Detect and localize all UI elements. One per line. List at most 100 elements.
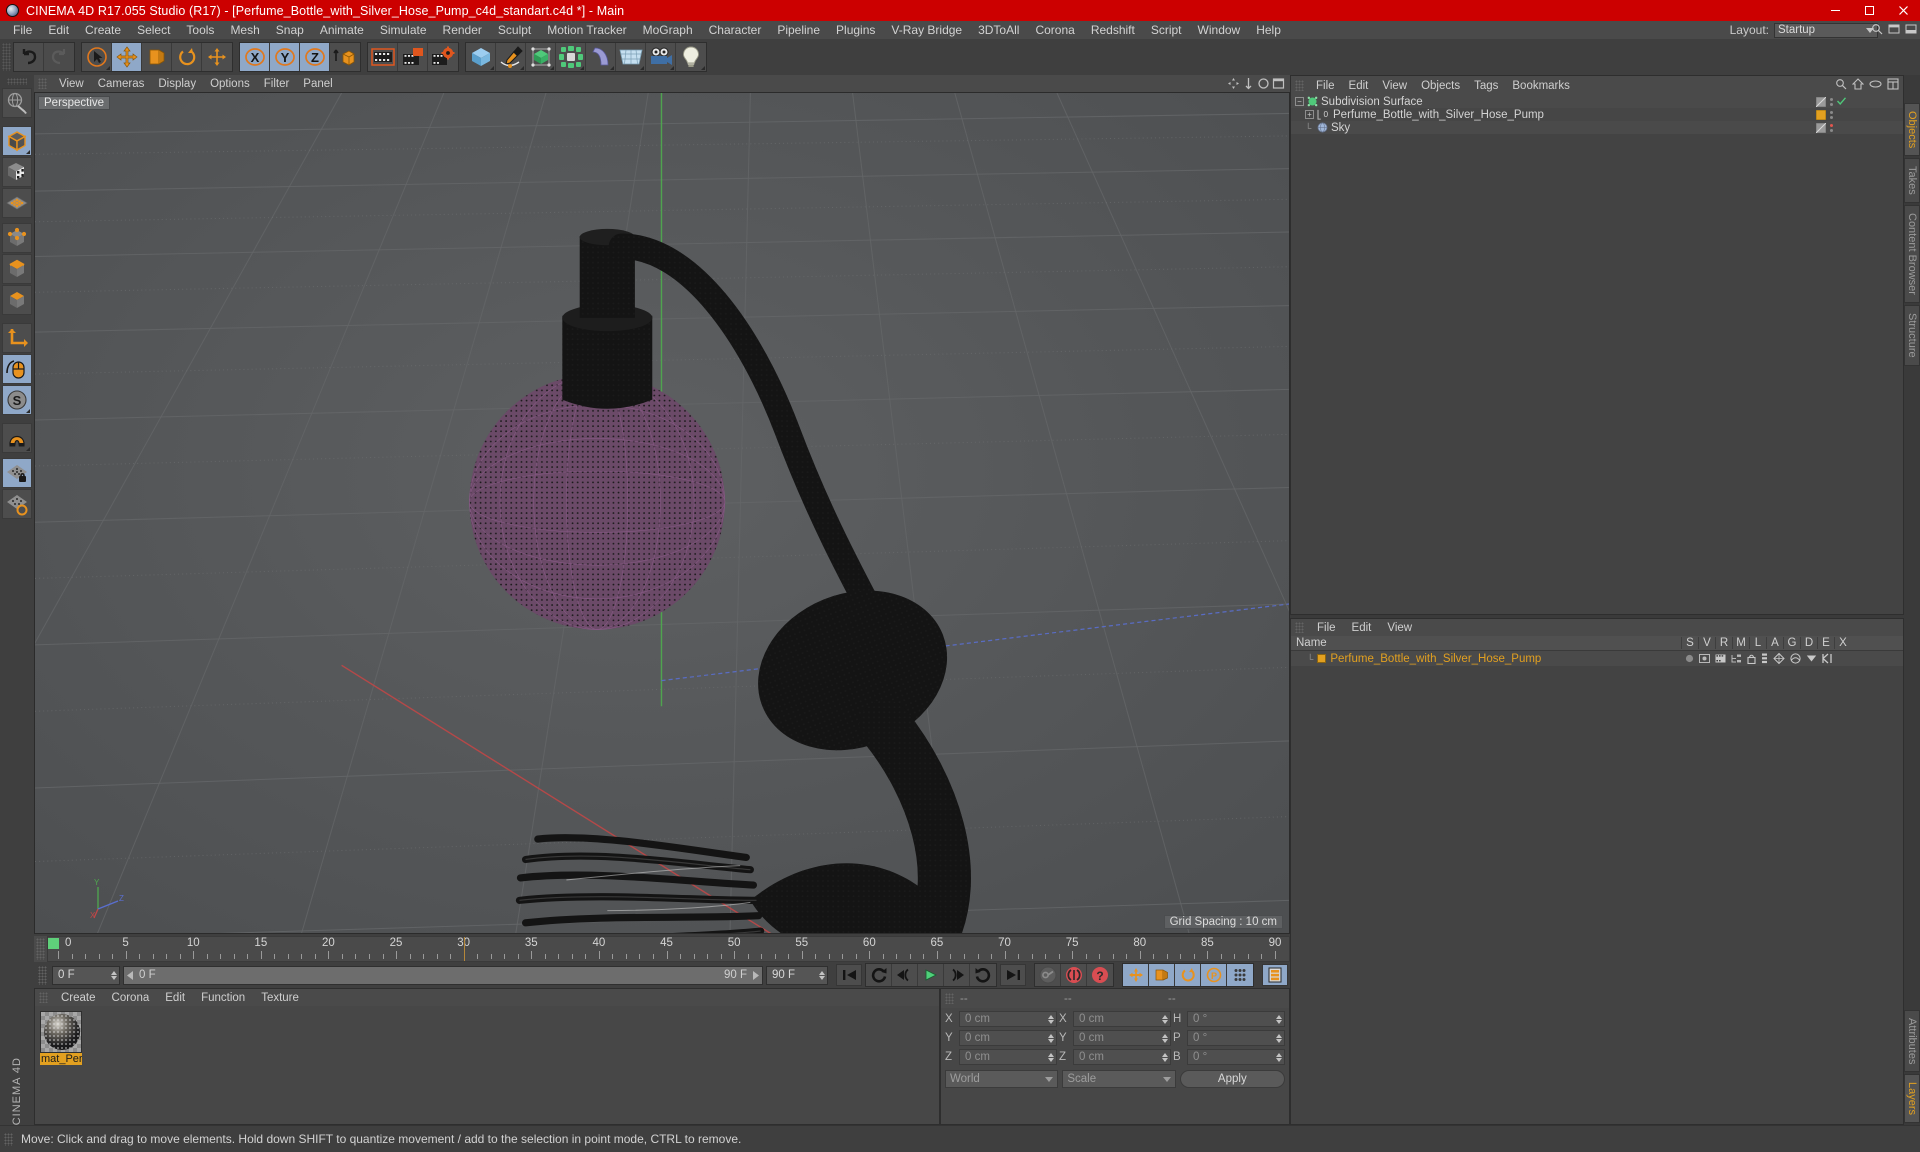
object-row-subdivision-surface[interactable]: − Subdivision Surface xyxy=(1291,95,1903,108)
expression-icon[interactable] xyxy=(1806,654,1817,663)
tab-attributes[interactable]: Attributes xyxy=(1904,1009,1920,1072)
menu-item-vray-bridge[interactable]: V-Ray Bridge xyxy=(883,21,970,39)
panel-collapse-icon[interactable] xyxy=(1887,22,1901,36)
render-view-icon[interactable] xyxy=(368,43,398,71)
soft-selection-icon[interactable]: S xyxy=(2,385,32,415)
rotate-tool-icon[interactable] xyxy=(172,43,202,71)
select-cursor-icon[interactable] xyxy=(82,43,112,71)
range-end-arrow-icon[interactable] xyxy=(751,970,759,980)
coord-stepper-rot-h[interactable] xyxy=(1272,1014,1282,1024)
tab-structure[interactable]: Structure xyxy=(1904,304,1920,366)
move-alt-icon[interactable] xyxy=(202,43,232,71)
layout-icon[interactable] xyxy=(1887,78,1899,90)
coord-field-size-x[interactable]: 0 cm xyxy=(1073,1011,1171,1027)
viewport-menu-panel[interactable]: Panel xyxy=(296,78,339,90)
menu-item-pipeline[interactable]: Pipeline xyxy=(769,21,828,39)
menu-item-3dtoall[interactable]: 3DToAll xyxy=(970,21,1027,39)
viewport-menu-filter[interactable]: Filter xyxy=(257,78,297,90)
layer-color-swatch[interactable] xyxy=(1317,654,1327,663)
coord-stepper-pos-y[interactable] xyxy=(1044,1033,1054,1043)
layer-row[interactable]: └ Perfume_Bottle_with_Silver_Hose_Pump xyxy=(1291,651,1903,666)
timeline-grip[interactable] xyxy=(36,938,45,960)
minimize-button[interactable] xyxy=(1818,0,1852,21)
coord-stepper-size-x[interactable] xyxy=(1158,1014,1168,1024)
menu-item-corona[interactable]: Corona xyxy=(1027,21,1082,39)
viewport-navigate-icon[interactable] xyxy=(2,88,32,118)
viewport-menu-grip[interactable] xyxy=(38,78,47,89)
layer-menu-file[interactable]: File xyxy=(1309,622,1344,634)
coordinates-grip[interactable] xyxy=(945,993,954,1004)
coord-stepper-pos-x[interactable] xyxy=(1044,1014,1054,1024)
array-deformer-icon[interactable] xyxy=(556,43,586,71)
menu-item-animate[interactable]: Animate xyxy=(312,21,372,39)
timeline-icon[interactable] xyxy=(1262,964,1288,986)
camera-icon[interactable] xyxy=(646,43,676,71)
maximize-button[interactable] xyxy=(1852,0,1886,21)
status-bar-grip[interactable] xyxy=(4,1132,13,1146)
next-frame-icon[interactable] xyxy=(944,964,970,986)
rotate-view-icon[interactable] xyxy=(1257,77,1270,90)
menu-item-edit[interactable]: Edit xyxy=(40,21,77,39)
coord-stepper-size-y[interactable] xyxy=(1158,1033,1168,1043)
material-manager-grip[interactable] xyxy=(39,992,48,1003)
tab-content-browser[interactable]: Content Browser xyxy=(1904,205,1920,303)
floor-environment-icon[interactable] xyxy=(616,43,646,71)
axis-modify-icon[interactable] xyxy=(2,323,32,353)
menu-item-sculpt[interactable]: Sculpt xyxy=(490,21,539,39)
transform-mode-dropdown[interactable]: Scale xyxy=(1062,1070,1176,1088)
viewport-menu-display[interactable]: Display xyxy=(151,78,203,90)
nurbs-generator-icon[interactable] xyxy=(526,43,556,71)
layer-col-r[interactable]: R xyxy=(1715,637,1732,649)
coord-field-rot-h[interactable]: 0 ° xyxy=(1187,1011,1285,1027)
go-to-end-icon[interactable] xyxy=(1000,964,1026,986)
material-item[interactable]: mat_Per xyxy=(40,1011,82,1065)
workplane-icon[interactable] xyxy=(2,489,32,519)
play-loop-icon[interactable] xyxy=(970,964,996,986)
layer-col-e[interactable]: E xyxy=(1817,637,1834,649)
material-menu-texture[interactable]: Texture xyxy=(253,992,307,1004)
timeline-range-bar[interactable]: 0 F 90 F xyxy=(123,965,763,985)
object-tag-icon[interactable] xyxy=(1816,96,1826,107)
tab-objects[interactable]: Objects xyxy=(1904,103,1920,157)
current-frame-field[interactable]: 0 F xyxy=(52,965,120,985)
menu-item-plugins[interactable]: Plugins xyxy=(828,21,883,39)
object-menu-file[interactable]: File xyxy=(1309,80,1342,92)
animation-icon[interactable] xyxy=(1761,653,1768,664)
current-frame-stepper[interactable] xyxy=(107,970,117,980)
coord-field-pos-z[interactable]: 0 cm xyxy=(959,1049,1057,1065)
visible-icon[interactable] xyxy=(1699,654,1710,663)
redo-icon[interactable] xyxy=(44,43,74,71)
polygon-mode-icon[interactable] xyxy=(2,188,32,218)
magnet-snap-icon[interactable] xyxy=(2,423,32,453)
layer-col-a[interactable]: A xyxy=(1766,637,1783,649)
play-backwards-icon[interactable] xyxy=(866,964,892,986)
menu-item-mesh[interactable]: Mesh xyxy=(222,21,267,39)
autokeying-icon[interactable] xyxy=(1061,964,1087,986)
coord-field-size-z[interactable]: 0 cm xyxy=(1073,1049,1171,1065)
scale-tool-icon[interactable] xyxy=(142,43,172,71)
material-tag-icon[interactable] xyxy=(1816,109,1826,120)
viewport-menu-options[interactable]: Options xyxy=(203,78,257,90)
previous-frame-icon[interactable] xyxy=(892,964,918,986)
axis-y-icon[interactable]: Y xyxy=(270,43,300,71)
zoom-view-icon[interactable] xyxy=(1242,77,1255,90)
toolbar-grip[interactable] xyxy=(2,43,11,71)
texture-mode-icon[interactable] xyxy=(2,157,32,187)
panel-expand-icon[interactable] xyxy=(1904,22,1918,36)
record-key-icon[interactable] xyxy=(1035,964,1061,986)
coord-field-pos-y[interactable]: 0 cm xyxy=(959,1030,1057,1046)
menu-item-create[interactable]: Create xyxy=(77,21,129,39)
object-menu-objects[interactable]: Objects xyxy=(1414,80,1467,92)
object-menu-tags[interactable]: Tags xyxy=(1467,80,1505,92)
layer-manager-grip[interactable] xyxy=(1295,622,1304,633)
search-icon[interactable] xyxy=(1870,22,1884,36)
xref-icon[interactable] xyxy=(1822,653,1833,664)
viewport-3d[interactable]: Perspective Grid Spacing: 10 cm Y Z X xyxy=(34,92,1290,934)
edge-mode-icon[interactable] xyxy=(2,254,32,284)
go-to-start-icon[interactable] xyxy=(836,964,862,986)
layer-col-v[interactable]: V xyxy=(1698,637,1715,649)
render-icon[interactable] xyxy=(1715,654,1726,663)
model-mode-icon[interactable] xyxy=(2,126,32,156)
axis-x-icon[interactable]: X xyxy=(240,43,270,71)
timeline-playhead[interactable] xyxy=(463,937,465,961)
